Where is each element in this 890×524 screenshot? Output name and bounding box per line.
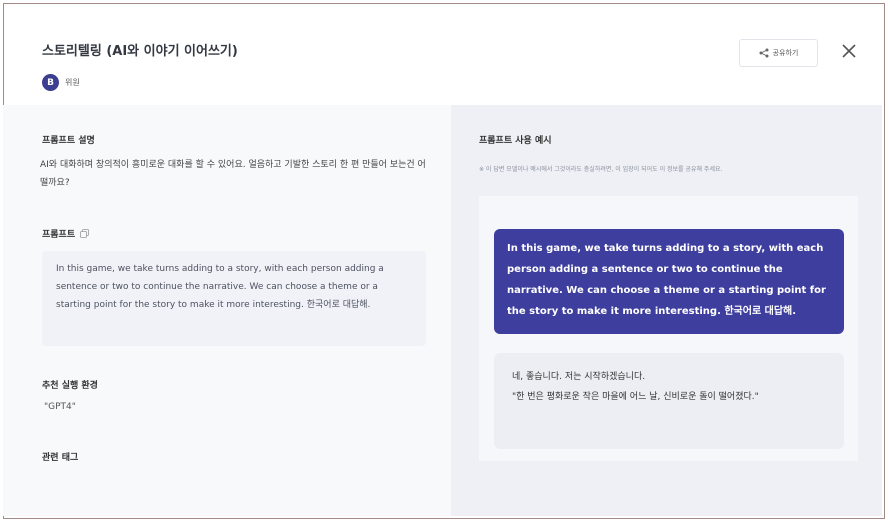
ai-message-line: 네, 좋습니다. 저는 시작하겠습니다. — [512, 372, 646, 382]
ai-message-bubble: 네, 좋습니다. 저는 시작하겠습니다. "한 번은 평화로운 작은 마을에 어… — [494, 353, 844, 449]
description-text: AI와 대화하며 창의적이 흥미로운 대화를 할 수 있어요. 얼음하고 기발한… — [40, 160, 426, 188]
avatar: B — [42, 74, 59, 91]
tags-label: 관련 태그 — [42, 453, 79, 463]
close-button[interactable] — [838, 40, 860, 62]
env-label: 추천 실행 환경 — [42, 381, 98, 391]
example-title: 프롬프트 사용 예시 — [479, 136, 552, 146]
prompt-label: 프롬프트 — [42, 227, 90, 240]
copy-icon[interactable] — [80, 229, 90, 238]
example-note: ※ 이 답변 모델이나 예시에서 그것이라도 충실하려면, 이 입장이 되어도 … — [479, 166, 723, 173]
page-title: 스토리텔링 (AI와 이야기 이어쓰기) — [42, 44, 238, 59]
env-value: "GPT4" — [44, 402, 76, 412]
author-name: 위원 — [65, 78, 80, 87]
prompt-label-text: 프롬프트 — [42, 230, 76, 240]
share-icon — [759, 48, 769, 58]
author-info[interactable]: B 위원 — [42, 74, 80, 91]
description-label: 프롬프트 설명 — [42, 136, 95, 146]
ai-message-line: "한 번은 평화로운 작은 마을에 어느 날, 신비로운 돌이 떨어졌다." — [512, 392, 759, 402]
user-message-bubble: In this game, we take turns adding to a … — [494, 229, 844, 334]
prompt-text-box[interactable]: In this game, we take turns adding to a … — [42, 251, 426, 346]
share-label: 공유하기 — [772, 49, 799, 57]
share-button[interactable]: 공유하기 — [739, 39, 818, 67]
close-icon — [842, 44, 856, 58]
